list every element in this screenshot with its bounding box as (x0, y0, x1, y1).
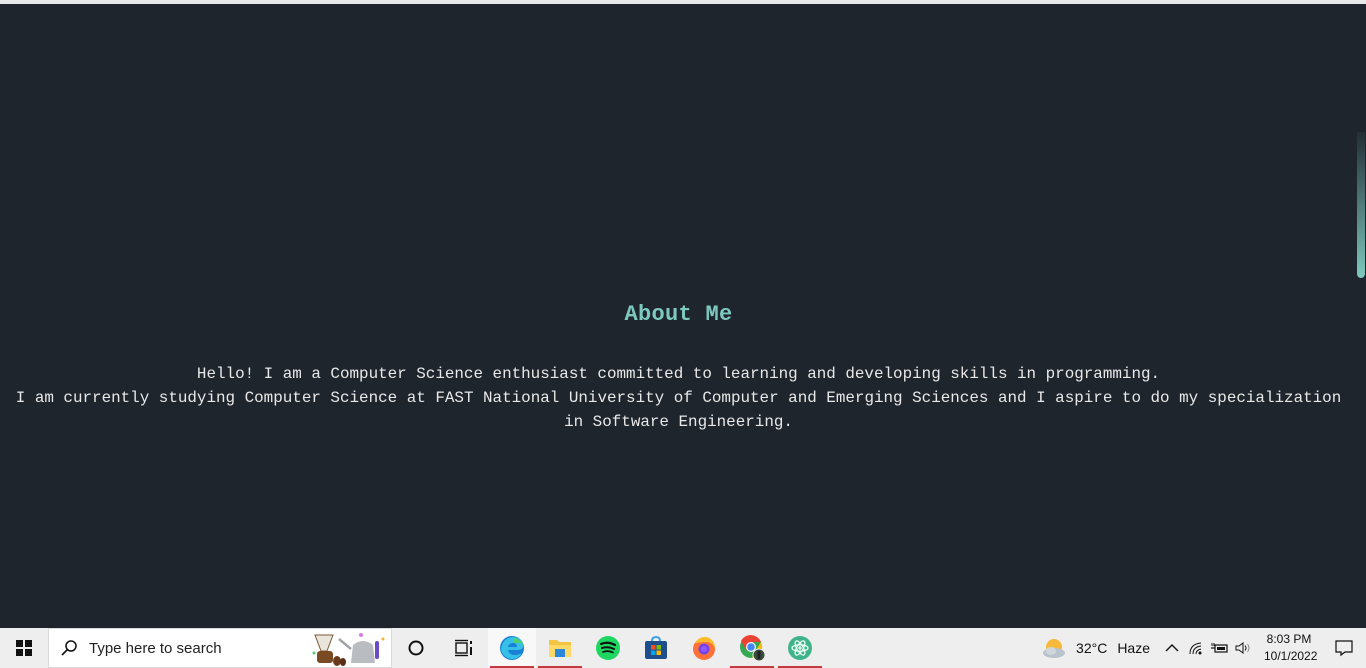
store-icon (645, 636, 667, 659)
volume-button[interactable] (1232, 628, 1256, 668)
bio-paragraph: Hello! I am a Computer Science enthusias… (0, 362, 1357, 434)
edge-icon (500, 636, 524, 660)
wifi-icon (1189, 642, 1202, 655)
weather-haze-icon (1043, 639, 1066, 658)
circle-icon (408, 640, 424, 656)
battery-charging-icon (1211, 643, 1228, 653)
scrollbar-thumb[interactable] (1357, 132, 1365, 278)
cortana-button[interactable] (392, 628, 440, 668)
taskbar-app-microsoft-store[interactable] (632, 628, 680, 668)
battery-button[interactable] (1208, 628, 1232, 668)
atom-icon (788, 636, 812, 660)
taskbar-app-spotify[interactable] (584, 628, 632, 668)
taskbar-app-chrome[interactable] (728, 628, 776, 668)
search-icon (49, 639, 89, 657)
bio-line-2: I am currently studying Computer Science… (15, 389, 1342, 431)
taskbar-app-file-explorer[interactable] (536, 628, 584, 668)
network-button[interactable] (1184, 628, 1208, 668)
clock-time: 8:03 PM (1266, 632, 1312, 646)
browser-viewport: About Me Hello! I am a Computer Science … (0, 4, 1366, 628)
coffee-kettle-illustration-icon (312, 633, 385, 666)
weather-condition: Haze (1117, 640, 1150, 656)
system-tray: 32°C Haze 8:03 PM 10/1/2022 (1030, 628, 1366, 668)
about-section: About Me Hello! I am a Computer Science … (0, 300, 1357, 434)
show-hidden-icons-button[interactable] (1160, 628, 1184, 668)
about-heading: About Me (624, 302, 733, 327)
bio-line-1: Hello! I am a Computer Science enthusias… (196, 365, 1161, 383)
spotify-icon (596, 636, 620, 660)
chrome-icon (740, 635, 766, 662)
chevron-up-icon (1165, 644, 1179, 652)
windows-logo-icon (16, 640, 32, 656)
taskbar-app-atom[interactable] (776, 628, 824, 668)
taskbar-app-firefox[interactable] (680, 628, 728, 668)
scrollbar[interactable] (1357, 4, 1366, 628)
clock[interactable]: 8:03 PM 10/1/2022 (1256, 631, 1322, 665)
clock-date: 10/1/2022 (1264, 649, 1318, 663)
start-button[interactable] (0, 628, 48, 668)
search-placeholder: Type here to search (89, 639, 222, 657)
firefox-icon (693, 636, 715, 660)
folder-icon (549, 640, 571, 657)
speaker-icon (1235, 642, 1250, 654)
task-view-button[interactable] (440, 628, 488, 668)
weather-widget[interactable]: 32°C Haze (1030, 637, 1160, 659)
taskbar-search-box[interactable]: Type here to search (48, 628, 392, 668)
task-view-icon (455, 639, 472, 657)
taskbar: Type here to search 32°C Haze 8:03 PM 10… (0, 628, 1366, 668)
weather-temperature: 32°C (1076, 640, 1108, 656)
action-center-button[interactable] (1322, 628, 1366, 668)
notification-icon (1335, 640, 1353, 657)
taskbar-app-edge[interactable] (488, 628, 536, 668)
